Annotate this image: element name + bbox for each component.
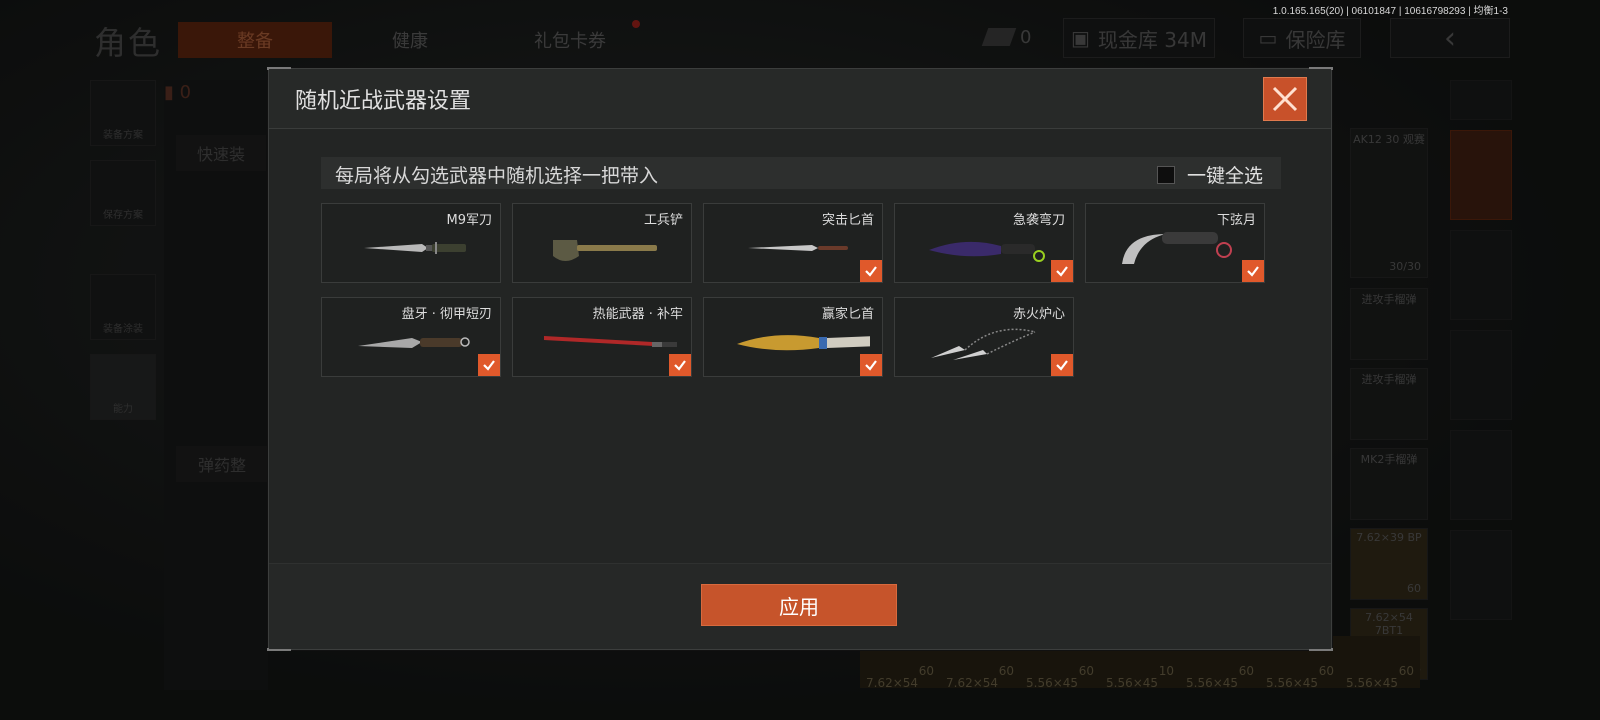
weapon-name: 下弦月 [1216, 213, 1256, 228]
instruction-text: 每局将从勾选武器中随机选择一把带入 [335, 165, 659, 187]
short-blade-icon [358, 337, 470, 348]
weapon-card-fang-blade[interactable]: 盘牙 · 彻甲短刃 [321, 297, 501, 377]
karambit-icon [1122, 232, 1232, 264]
instruction-bar: 每局将从勾选武器中随机选择一把带入 一键全选 [321, 157, 1281, 189]
weapon-checkbox[interactable] [669, 354, 691, 376]
weapon-card-crescent[interactable]: 下弦月 [1085, 203, 1265, 283]
weapon-name: M9军刀 [446, 213, 493, 228]
dagger-icon [748, 245, 848, 251]
weapon-name: 赢家匕首 [821, 307, 874, 322]
dialog-footer: 应用 [269, 563, 1331, 649]
apply-button[interactable]: 应用 [701, 584, 897, 626]
weapon-checkbox[interactable] [478, 354, 500, 376]
close-icon [1272, 86, 1298, 112]
select-all-label: 一键全选 [1186, 165, 1263, 187]
version-text: 1.0.165.165(20) | 06101847 | 10616798293… [1272, 6, 1508, 17]
bayonet-icon [364, 242, 466, 254]
weapon-card-m9[interactable]: M9军刀 [321, 203, 501, 283]
weapon-name: 盘牙 · 彻甲短刃 [401, 307, 492, 322]
weapon-card-winner-dagger[interactable]: 赢家匕首 [703, 297, 883, 377]
weapon-checkbox[interactable] [1051, 354, 1073, 376]
gold-dagger-icon [737, 335, 870, 351]
melee-random-dialog: 随机近战武器设置 每局将从勾选武器中随机选择一把带入 一键全选 M9军刀 工兵铲… [267, 67, 1333, 651]
weapon-checkbox[interactable] [860, 354, 882, 376]
curved-blade-icon [929, 241, 1045, 262]
check-icon [483, 360, 495, 371]
shovel-icon [553, 240, 657, 261]
weapon-checkbox[interactable] [860, 260, 882, 282]
check-icon [1056, 360, 1068, 371]
check-icon [1056, 266, 1068, 277]
weapon-card-thermal[interactable]: 热能武器 · 补牢 [512, 297, 692, 377]
weapon-checkbox[interactable] [1051, 260, 1073, 282]
check-icon [1247, 266, 1259, 277]
check-icon [674, 360, 686, 371]
weapon-name: 赤火炉心 [1012, 307, 1065, 322]
weapon-name: 工兵铲 [643, 213, 683, 228]
dialog-title: 随机近战武器设置 [295, 89, 472, 114]
weapon-checkbox[interactable] [1242, 260, 1264, 282]
weapon-card-assault-dagger[interactable]: 突击匕首 [703, 203, 883, 283]
weapon-name: 突击匕首 [821, 213, 874, 228]
dialog-header: 随机近战武器设置 [269, 69, 1331, 129]
weapon-card-shovel[interactable]: 工兵铲 [512, 203, 692, 283]
weapon-card-raid-blade[interactable]: 急袭弯刀 [894, 203, 1074, 283]
select-all-checkbox[interactable] [1156, 165, 1175, 184]
check-icon [865, 360, 877, 371]
select-all-toggle[interactable]: 一键全选 [1156, 161, 1263, 188]
weapon-name: 急袭弯刀 [1012, 213, 1065, 228]
weapon-card-fire-core[interactable]: 赤火炉心 [894, 297, 1074, 377]
weapon-name: 热能武器 · 补牢 [592, 307, 683, 322]
close-button[interactable] [1263, 77, 1307, 121]
katana-icon [544, 336, 677, 347]
check-icon [865, 266, 877, 277]
twin-blades-icon [931, 328, 1036, 360]
